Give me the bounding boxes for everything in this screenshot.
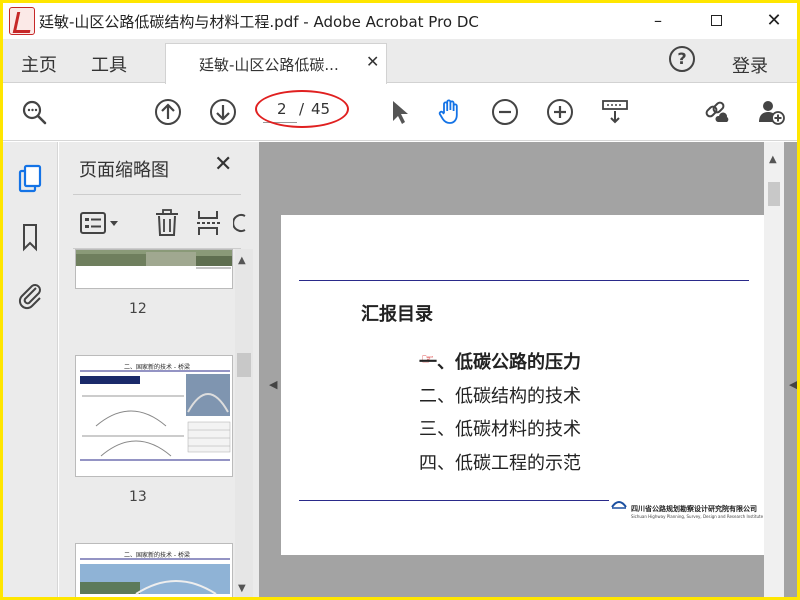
hand-tool-icon[interactable] (436, 98, 464, 126)
close-panel-icon[interactable]: ✕ (214, 152, 232, 177)
rotate-icon[interactable] (233, 208, 247, 238)
search-icon[interactable] (20, 98, 48, 126)
thumbnail-image (76, 250, 232, 269)
attachment-icon[interactable] (16, 280, 44, 310)
scroll-up-icon[interactable]: ▲ (769, 154, 777, 165)
thumbnail-scrollbar[interactable]: ▲ ▼ (235, 249, 253, 597)
minimize-button[interactable]: – (635, 3, 681, 39)
slide-title: 汇报目录 (361, 304, 433, 325)
thumbnail-page-number: 13 (129, 489, 147, 505)
thumbnail-image (80, 370, 231, 461)
top-rule (299, 280, 749, 281)
document-tab[interactable]: 廷敏-山区公路低碳... ✕ (165, 43, 387, 84)
institute-logo-icon (611, 501, 627, 509)
thumbnail-page[interactable] (75, 249, 233, 289)
scroll-thumb[interactable] (237, 353, 251, 377)
institute-english-name: Sichuan Highway Planning, Survey, Design… (631, 514, 771, 519)
panel-title: 页面缩略图 (79, 160, 169, 181)
select-cursor-icon[interactable] (386, 98, 414, 126)
delete-icon[interactable] (153, 208, 181, 238)
page-thumbnails-icon[interactable] (16, 164, 44, 194)
toolbar: 2 / 45 (3, 84, 797, 141)
thumbnails-panel: 页面缩略图 ✕ 12 二、国家新的技术 - 桥梁 13 二、国家新的技术 - 桥… (59, 142, 259, 597)
window-title: 廷敏-山区公路低碳结构与材料工程.pdf - Adobe Acrobat Pro… (39, 13, 479, 31)
left-rail (3, 142, 58, 597)
prev-page-icon[interactable] (154, 98, 182, 126)
share-link-icon[interactable] (703, 98, 731, 126)
scroll-thumb[interactable] (768, 182, 780, 206)
thumbnail-page-number: 12 (129, 301, 147, 317)
collapse-left-icon[interactable]: ◀ (269, 378, 277, 391)
app-window: 廷敏-山区公路低碳结构与材料工程.pdf - Adobe Acrobat Pro… (3, 3, 797, 597)
bottom-rule (299, 500, 609, 501)
scroll-up-icon[interactable]: ▲ (238, 255, 246, 266)
pdf-page: 汇报目录 ☞ 一、低碳公路的压力 二、低碳结构的技术 三、低碳材料的技术 四、低… (281, 215, 771, 555)
maximize-button[interactable] (693, 3, 739, 39)
tools-tab[interactable]: 工具 (91, 51, 127, 77)
annotation-oval (255, 90, 349, 128)
maximize-icon (710, 15, 722, 26)
tab-bar: 主页 工具 廷敏-山区公路低碳... ✕ ? 登录 (3, 39, 797, 84)
app-logo-icon (9, 7, 35, 35)
next-page-icon[interactable] (209, 98, 237, 126)
close-window-button[interactable]: ✕ (751, 3, 797, 39)
thumbnail-list: 12 二、国家新的技术 - 桥梁 13 二、国家新的技术 - 桥梁 (59, 249, 235, 597)
thumbnail-image (80, 558, 230, 595)
keyboard-icon[interactable] (601, 98, 629, 126)
options-menu-icon[interactable] (79, 208, 121, 238)
thumbnail-page[interactable]: 二、国家新的技术 - 桥梁 (75, 543, 233, 597)
panel-toolbar (59, 198, 247, 248)
insert-page-icon[interactable] (195, 208, 223, 238)
panel-divider (73, 194, 241, 195)
toc-item: 二、低碳结构的技术 (419, 386, 581, 407)
collapse-right-icon[interactable]: ◀ (789, 378, 797, 391)
institute-name: 四川省公路规划勘察设计研究院有限公司 (631, 505, 757, 513)
zoom-out-icon[interactable] (491, 98, 519, 126)
document-view: ◀ 汇报目录 ☞ 一、低碳公路的压力 二、低碳结构的技术 三、低碳材料的技术 四… (259, 142, 797, 597)
document-tab-label: 廷敏-山区公路低碳... (199, 56, 339, 74)
thumbnail-page[interactable]: 二、国家新的技术 - 桥梁 (75, 355, 233, 477)
home-tab[interactable]: 主页 (21, 51, 57, 77)
toc-item: 四、低碳工程的示范 (419, 453, 581, 474)
title-bar: 廷敏-山区公路低碳结构与材料工程.pdf - Adobe Acrobat Pro… (3, 3, 797, 39)
add-user-icon[interactable] (757, 98, 785, 126)
login-button[interactable]: 登录 (732, 52, 768, 78)
help-icon[interactable]: ? (669, 46, 695, 72)
scroll-down-icon[interactable]: ▼ (238, 583, 246, 594)
toc-item: 三、低碳材料的技术 (419, 419, 581, 440)
close-tab-icon[interactable]: ✕ (366, 52, 379, 71)
bookmark-icon[interactable] (16, 222, 44, 252)
toc-item: 一、低碳公路的压力 (419, 352, 581, 373)
zoom-in-icon[interactable] (546, 98, 574, 126)
document-scrollbar[interactable]: ▲ (764, 142, 784, 597)
